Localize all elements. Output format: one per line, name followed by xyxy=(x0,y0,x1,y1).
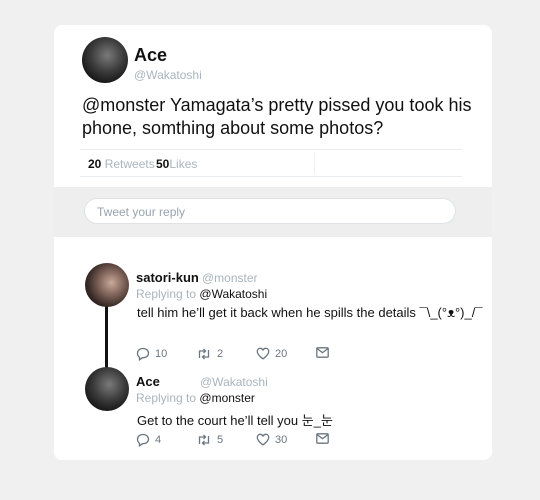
author-name[interactable]: Ace xyxy=(134,45,167,66)
avatar[interactable] xyxy=(85,263,129,307)
like-count: 30 xyxy=(275,433,288,446)
likes-stat[interactable]: 50Likes xyxy=(156,157,197,171)
retweets-count: 20 xyxy=(88,157,102,171)
message-action[interactable] xyxy=(316,433,329,444)
reply-author-name[interactable]: satori-kun xyxy=(136,270,199,285)
mail-icon xyxy=(316,347,329,358)
retweet-action[interactable]: 2 xyxy=(196,347,223,361)
stats-divider xyxy=(314,152,315,174)
like-action[interactable]: 20 xyxy=(256,347,287,360)
retweet-icon xyxy=(198,434,210,446)
thread-connector xyxy=(105,305,108,373)
replying-to-handle[interactable]: @Wakatoshi xyxy=(199,287,267,301)
reply-text: Get to the court he’ll tell you 눈_눈 xyxy=(137,413,333,428)
retweet-icon xyxy=(198,348,210,360)
retweet-count: 2 xyxy=(217,348,224,360)
reply-author-handle[interactable]: @Wakatoshi xyxy=(200,375,268,389)
reply-icon xyxy=(136,347,150,361)
avatar[interactable] xyxy=(82,37,128,83)
tweet-text: @monster Yamagata’s pretty pissed you to… xyxy=(82,95,472,138)
reply-count: 4 xyxy=(155,434,162,446)
like-action[interactable]: 30 xyxy=(256,433,287,446)
likes-count: 50 xyxy=(156,157,170,171)
reply-action[interactable]: 10 xyxy=(136,347,167,361)
avatar[interactable] xyxy=(85,367,129,411)
reply-icon xyxy=(136,433,150,447)
reply-author-handle[interactable]: @monster xyxy=(202,271,258,285)
like-count: 20 xyxy=(275,347,288,360)
reply-author-name[interactable]: Ace xyxy=(136,374,160,389)
replying-to-handle[interactable]: @monster xyxy=(199,391,255,405)
retweet-action[interactable]: 5 xyxy=(196,433,223,447)
heart-icon xyxy=(256,347,270,360)
reply-text: tell him he’ll get it back when he spill… xyxy=(137,305,483,320)
mail-icon xyxy=(316,433,329,444)
likes-label: Likes xyxy=(169,157,198,171)
reply-action[interactable]: 4 xyxy=(136,433,161,447)
replying-prefix: Replying to xyxy=(136,287,197,301)
tweet-stats: 20 Retweets 50Likes xyxy=(80,149,462,177)
retweets-stat[interactable]: 20 Retweets xyxy=(88,157,155,171)
retweets-label: Retweets xyxy=(104,157,155,171)
reply-compose-area: Tweet your reply xyxy=(54,187,492,237)
replying-prefix: Replying to xyxy=(136,391,197,405)
replying-to: Replying to @monster xyxy=(136,391,255,405)
reply-count: 10 xyxy=(155,348,168,360)
heart-icon xyxy=(256,433,270,446)
replying-to: Replying to @Wakatoshi xyxy=(136,287,267,301)
retweet-count: 5 xyxy=(217,434,224,446)
message-action[interactable] xyxy=(316,347,329,358)
tweet-card: Ace @Wakatoshi @monster Yamagata’s prett… xyxy=(54,25,492,460)
reply-input[interactable]: Tweet your reply xyxy=(84,198,456,224)
author-handle[interactable]: @Wakatoshi xyxy=(134,68,202,82)
